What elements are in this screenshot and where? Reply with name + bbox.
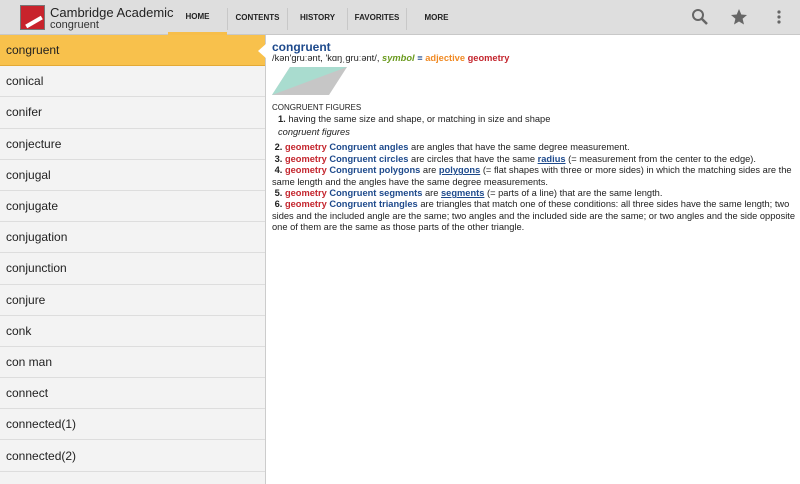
list-item[interactable]: conifer xyxy=(0,97,265,129)
app-logo[interactable] xyxy=(20,5,45,30)
cross-reference-link[interactable]: polygons xyxy=(439,165,480,175)
domain-label: geometry xyxy=(284,153,327,164)
list-item[interactable]: conjugal xyxy=(0,160,265,191)
list-item[interactable]: conjure xyxy=(0,285,265,316)
parallelogram-illustration xyxy=(272,66,347,95)
sense-text: (= measurement from the center to the ed… xyxy=(565,153,756,164)
domain-label: geometry xyxy=(284,188,327,199)
list-item[interactable]: conjugate xyxy=(0,191,265,223)
search-icon[interactable] xyxy=(691,8,709,26)
cross-reference-link[interactable]: segments xyxy=(441,188,484,198)
term: Congruent triangles xyxy=(329,199,418,210)
domain-label: geometry xyxy=(284,165,327,176)
sense: 6. geometry Congruent triangles are tria… xyxy=(272,199,796,233)
entry-header-line: /kən'gruːənt, 'kɑŋˌgruːənt/, symbol ≡ ad… xyxy=(272,53,796,64)
current-word: congruent xyxy=(50,19,99,31)
sense: 3. geometry Congruent circles are circle… xyxy=(272,154,796,165)
term: Congruent angles xyxy=(329,142,409,153)
sense-text: are circles that have the same xyxy=(408,153,538,164)
symbol-mark: ≡ xyxy=(417,53,423,64)
sense-list: 2. geometry Congruent angles are angles … xyxy=(272,142,796,233)
list-item[interactable]: connected(2) xyxy=(0,440,265,472)
domain-label: geometry xyxy=(284,142,327,153)
list-item[interactable]: connected(1) xyxy=(0,409,265,441)
tab-contents[interactable]: CONTENTS xyxy=(228,0,287,35)
sense: 2. geometry Congruent angles are angles … xyxy=(272,142,796,153)
tab-favorites[interactable]: FAVORITES xyxy=(348,0,406,35)
sense-number: 1. xyxy=(278,113,286,124)
sense: 5. geometry Congruent segments are segme… xyxy=(272,188,796,199)
domain-label: geometry xyxy=(284,199,327,210)
sense-number: 5. xyxy=(274,188,283,199)
tab-home[interactable]: HOME xyxy=(168,0,227,35)
sense-text: are xyxy=(422,188,441,199)
star-icon[interactable] xyxy=(730,8,748,26)
section-heading: CONGRUENT FIGURES xyxy=(272,103,362,113)
example: congruent figures xyxy=(278,127,350,138)
overflow-menu-icon[interactable] xyxy=(776,8,782,26)
symbol-label: symbol xyxy=(382,53,415,64)
selection-pointer xyxy=(258,43,267,59)
list-item[interactable]: connect xyxy=(0,378,265,410)
list-item[interactable]: conk xyxy=(0,316,265,347)
sense-text: are xyxy=(420,165,439,176)
sense-text: are angles that have the same degree mea… xyxy=(408,142,630,153)
term: Congruent segments xyxy=(329,188,423,199)
sense: 4. geometry Congruent polygons are polyg… xyxy=(272,165,796,188)
sense-definition: having the same size and shape, or match… xyxy=(288,113,551,124)
tab-history[interactable]: HISTORY xyxy=(288,0,347,35)
sense-number: 4. xyxy=(274,165,283,176)
term: Congruent circles xyxy=(329,153,409,164)
sense-text: (= parts of a line) that are the same le… xyxy=(484,188,663,199)
list-item[interactable]: con man xyxy=(0,347,265,379)
entry-content: congruent /kən'gruːənt, 'kɑŋˌgruːənt/, s… xyxy=(272,40,796,234)
sense-number: 6. xyxy=(274,199,283,210)
word-list[interactable]: congruent conical conifer conjecture con… xyxy=(0,35,266,484)
list-item[interactable]: conjecture xyxy=(0,129,265,160)
list-item[interactable]: conjugation xyxy=(0,222,265,254)
headword: congruent xyxy=(272,40,331,54)
part-of-speech: adjective xyxy=(425,53,466,64)
app-title: Cambridge Academic xyxy=(50,5,174,20)
list-item[interactable]: conical xyxy=(0,66,265,98)
term: Congruent polygons xyxy=(329,165,421,176)
sense-number: 2. xyxy=(274,142,283,153)
list-item[interactable]: congruent xyxy=(0,35,265,67)
action-bar: Cambridge Academic congruent HOME CONTEN… xyxy=(0,0,800,35)
tab-more[interactable]: MORE xyxy=(407,0,466,35)
cross-reference-link[interactable]: radius xyxy=(538,154,566,164)
domain-label: geometry xyxy=(467,53,510,64)
sense-number: 3. xyxy=(274,153,283,164)
pronunciation: /kən'gruːənt, 'kɑŋˌgruːənt/, xyxy=(272,53,380,64)
list-item[interactable]: conjunction xyxy=(0,253,265,285)
